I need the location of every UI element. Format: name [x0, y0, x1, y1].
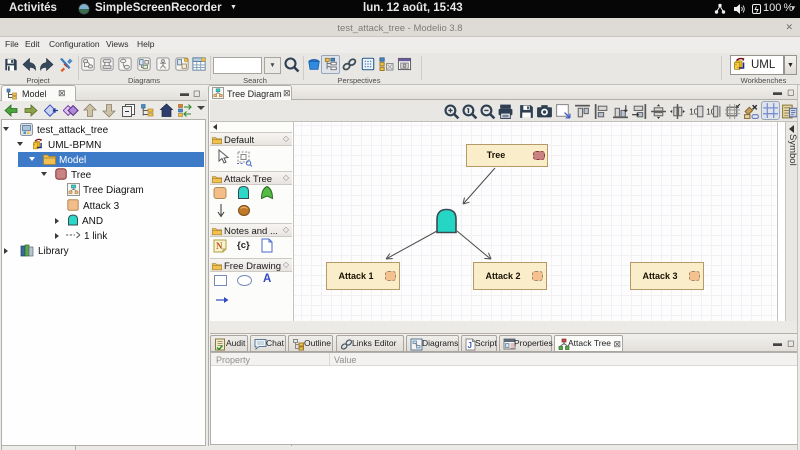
svg-text:N: N [216, 241, 223, 251]
svg-text:J: J [468, 341, 472, 350]
